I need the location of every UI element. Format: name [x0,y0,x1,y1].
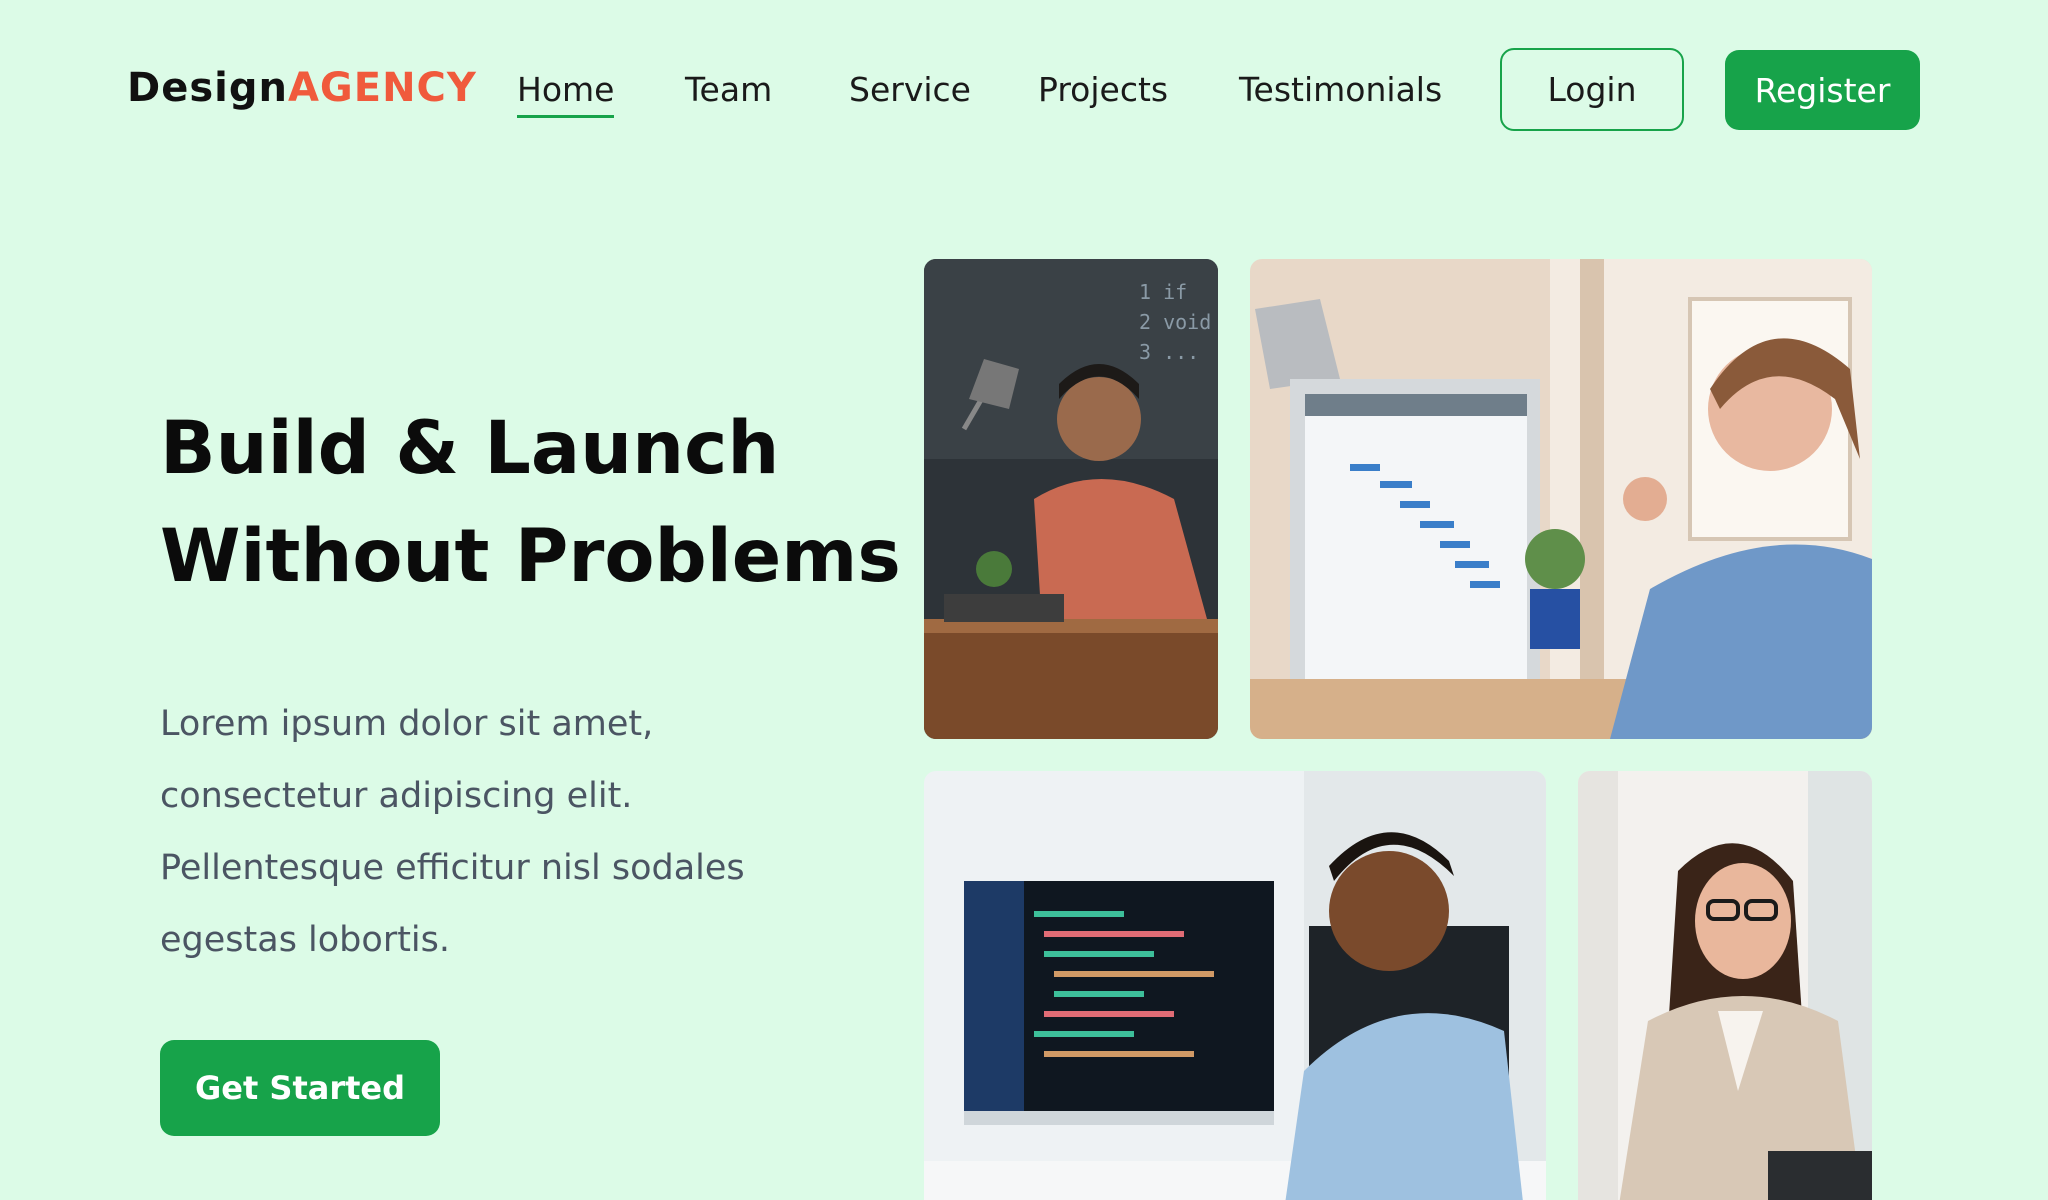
photo-woman-with-monitor [1250,259,1872,739]
get-started-button[interactable]: Get Started [160,1040,440,1136]
photo-man-at-desk: 1 if 2 void 3 ... [924,259,1218,739]
svg-text:1 if: 1 if [1139,280,1187,304]
register-button[interactable]: Register [1725,50,1920,130]
hero-description-line-3: Pellentesque efficitur nisl sodales [160,848,745,888]
photo-man-at-code-monitor [924,771,1546,1200]
hero-description-line-2: consectetur adipiscing elit. [160,776,633,816]
nav-link-projects[interactable]: Projects [1038,64,1168,116]
hero-title: Build & Launch Without Problems [160,395,901,611]
brand-logo[interactable]: DesignAGENCY [127,64,477,112]
brand-logo-design: Design [127,65,288,111]
hero-description-line-1: Lorem ipsum dolor sit amet, [160,704,654,744]
hero-title-line-1: Build & Launch [160,406,780,491]
photo-man-at-code-monitor-image [924,771,1546,1200]
svg-text:3 ...: 3 ... [1139,340,1199,364]
hero-title-line-2: Without Problems [160,514,901,599]
hero-description-line-4: egestas lobortis. [160,920,451,960]
hero-description: Lorem ipsum dolor sit amet, consectetur … [160,688,800,976]
nav-link-testimonials[interactable]: Testimonials [1239,64,1442,116]
photo-woman-with-glasses-image [1578,771,1872,1200]
photo-woman-with-monitor-image [1250,259,1872,739]
nav-link-service[interactable]: Service [849,64,971,116]
photo-man-at-desk-image: 1 if 2 void 3 ... [924,259,1218,739]
nav-link-team[interactable]: Team [685,64,772,116]
brand-logo-agency: AGENCY [287,65,477,111]
top-navigation: DesignAGENCY Home Team Service Projects … [0,0,2048,180]
landing-page: DesignAGENCY Home Team Service Projects … [0,0,2048,1200]
login-button[interactable]: Login [1500,48,1684,131]
photo-woman-with-glasses [1578,771,1872,1200]
nav-link-home[interactable]: Home [517,64,615,118]
svg-text:2 void: 2 void [1139,310,1211,334]
